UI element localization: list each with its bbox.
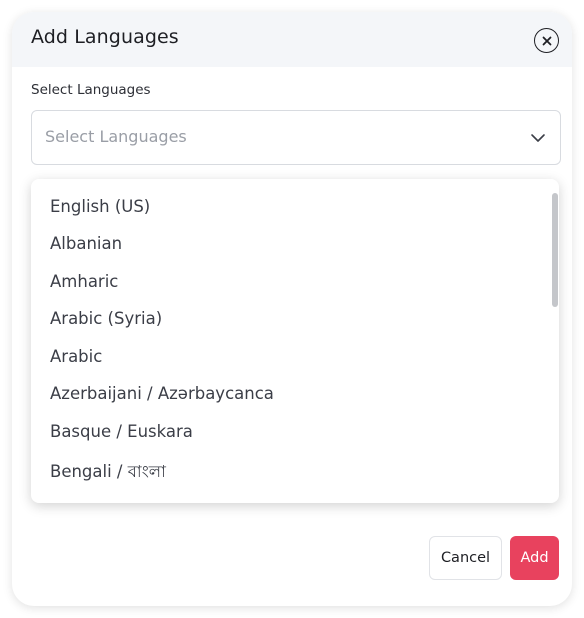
cancel-button[interactable]: Cancel bbox=[429, 536, 502, 580]
option-arabic-syria[interactable]: Arabic (Syria) bbox=[50, 309, 162, 328]
add-button[interactable]: Add bbox=[510, 536, 559, 580]
dropdown-scrollbar[interactable] bbox=[552, 193, 558, 307]
close-icon bbox=[542, 36, 551, 45]
option-albanian[interactable]: Albanian bbox=[50, 234, 122, 253]
languages-dropdown-list: English (US) Albanian Amharic Arabic (Sy… bbox=[31, 179, 559, 503]
field-label: Select Languages bbox=[31, 82, 151, 98]
close-button[interactable] bbox=[534, 28, 559, 53]
languages-select[interactable]: Select Languages bbox=[31, 110, 561, 165]
chevron-down-icon bbox=[531, 134, 545, 142]
modal-title: Add Languages bbox=[31, 26, 179, 48]
option-amharic[interactable]: Amharic bbox=[50, 272, 118, 291]
option-english-us[interactable]: English (US) bbox=[50, 197, 150, 216]
option-bengali[interactable]: Bengali / বাংলা bbox=[50, 459, 166, 486]
option-arabic[interactable]: Arabic bbox=[50, 347, 102, 366]
select-placeholder: Select Languages bbox=[45, 127, 187, 146]
add-languages-modal: Add Languages Select Languages Select La… bbox=[12, 12, 572, 606]
modal-header: Add Languages bbox=[12, 12, 572, 67]
option-basque[interactable]: Basque / Euskara bbox=[50, 422, 193, 441]
option-azerbaijani[interactable]: Azerbaijani / Azərbaycanca bbox=[50, 384, 274, 403]
